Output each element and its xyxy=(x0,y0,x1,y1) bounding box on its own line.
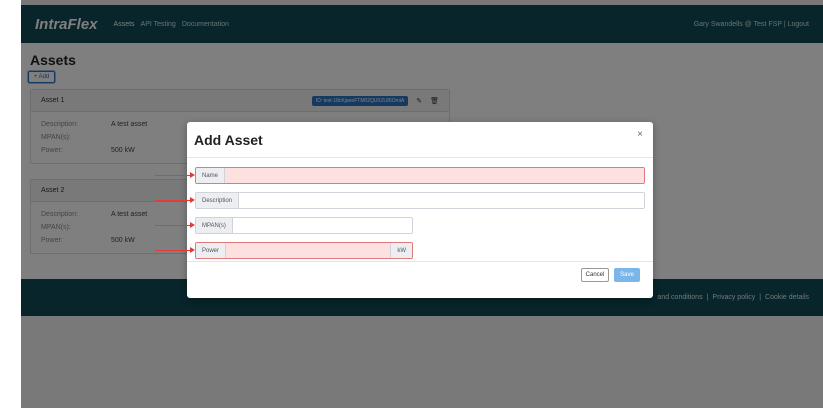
mpan-input[interactable] xyxy=(232,218,412,233)
cancel-button[interactable]: Cancel xyxy=(581,268,609,282)
annotation-arrow xyxy=(155,172,195,178)
modal-divider xyxy=(187,157,653,158)
power-input[interactable] xyxy=(226,243,391,258)
save-button[interactable]: Save xyxy=(614,268,640,282)
app-frame: IntraFlex Assets API Testing Documentati… xyxy=(21,0,823,408)
description-input[interactable] xyxy=(239,193,644,208)
name-field: Name xyxy=(195,167,645,184)
modal-footer-divider xyxy=(187,261,653,262)
power-field: Power kW xyxy=(195,242,413,259)
power-label: Power xyxy=(196,243,227,258)
close-icon[interactable]: × xyxy=(637,129,643,140)
description-label: Description xyxy=(196,193,240,208)
annotation-arrow xyxy=(155,222,195,228)
annotation-arrow xyxy=(155,247,195,253)
modal-title: Add Asset xyxy=(194,132,263,148)
mpan-field: MPAN(s) xyxy=(195,217,413,234)
name-input[interactable] xyxy=(225,168,644,183)
annotation-arrow xyxy=(155,197,195,203)
add-asset-modal: Add Asset × Name Description MPAN(s) Pow… xyxy=(187,122,653,298)
description-field: Description xyxy=(195,192,645,209)
power-unit: kW xyxy=(390,243,412,258)
mpan-label: MPAN(s) xyxy=(196,218,233,233)
name-label: Name xyxy=(196,168,226,183)
